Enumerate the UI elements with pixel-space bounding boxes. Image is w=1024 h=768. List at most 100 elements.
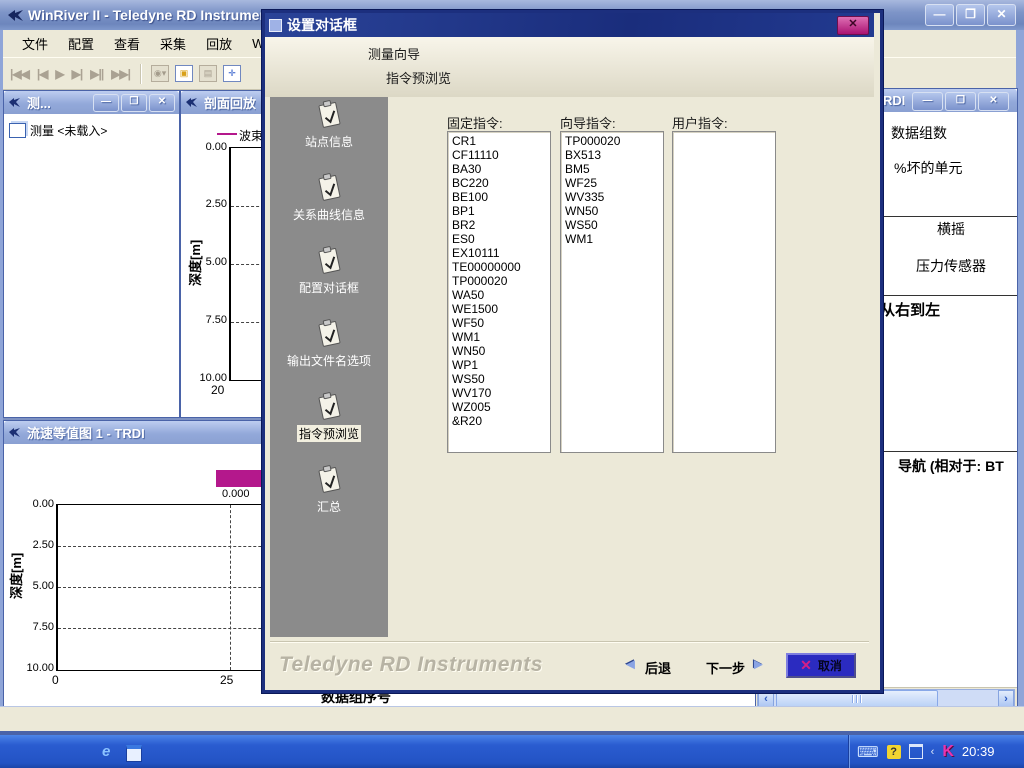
list-item[interactable]: BM5 <box>565 162 663 176</box>
list-item[interactable]: WN50 <box>452 344 550 358</box>
maximize-button[interactable]: ❒ <box>956 4 985 26</box>
step-back-icon[interactable]: |◀ <box>37 67 48 81</box>
minimize-button[interactable]: — <box>912 92 943 111</box>
measurement-window: 测... — ❒ ✕ 测量 <未载入> <box>3 90 180 418</box>
measurement-file-icon <box>9 123 26 138</box>
internet-explorer-icon[interactable]: e <box>102 743 110 760</box>
list-item[interactable]: WZ005 <box>452 400 550 414</box>
minimize-button[interactable]: — <box>925 4 954 26</box>
menu-file[interactable]: 文件 <box>12 30 58 57</box>
step-command-preview[interactable]: 指令预浏览 <box>297 391 361 464</box>
keyboard-icon[interactable]: ⌨ <box>857 743 879 761</box>
goto-first-icon[interactable]: |◀◀ <box>10 67 29 81</box>
antivirus-tray-icon[interactable]: K <box>942 743 954 761</box>
quick-launch-icon[interactable] <box>126 745 142 762</box>
menu-configure[interactable]: 配置 <box>58 30 104 57</box>
list-item[interactable]: BE100 <box>452 190 550 204</box>
list-item[interactable]: &R20 <box>452 414 550 428</box>
list-item[interactable]: WS50 <box>565 218 663 232</box>
record-dropdown-icon[interactable]: ◉▾ <box>151 65 169 82</box>
minimize-button[interactable]: — <box>93 94 119 112</box>
list-item[interactable]: TE00000000 <box>452 260 550 274</box>
wizard-title: 测量向导 <box>368 44 420 63</box>
menu-playback[interactable]: 回放 <box>196 30 242 57</box>
user-commands-list[interactable] <box>672 131 776 453</box>
list-item[interactable]: CR1 <box>452 134 550 148</box>
maximize-button[interactable]: ❒ <box>945 92 976 111</box>
wizard-step-name: 指令预浏览 <box>386 68 451 87</box>
list-item[interactable]: WE1500 <box>452 302 550 316</box>
back-arrow-icon[interactable]: ◄ <box>623 656 638 673</box>
clipboard-icon <box>313 464 345 496</box>
step-site-info[interactable]: 站点信息 <box>305 99 353 172</box>
step-summary[interactable]: 汇总 <box>313 464 345 537</box>
next-button[interactable]: 下一步 <box>706 658 745 677</box>
list-item[interactable]: WP1 <box>452 358 550 372</box>
list-item[interactable]: CF11110 <box>452 148 550 162</box>
dialog-header: 测量向导 指令预浏览 <box>265 37 874 97</box>
clipboard-icon <box>313 318 345 350</box>
list-item[interactable]: WS50 <box>452 372 550 386</box>
next-arrow-icon[interactable]: ► <box>751 656 766 673</box>
display-tray-icon[interactable] <box>909 744 923 759</box>
toolbar-separator <box>140 64 142 84</box>
play-icon[interactable]: ▶ <box>55 67 63 81</box>
list-item[interactable]: BR2 <box>452 218 550 232</box>
dialog-close-icon[interactable]: ✕ <box>837 16 869 35</box>
step-output-filename[interactable]: 输出文件名选项 <box>287 318 371 391</box>
clipboard-icon <box>313 391 345 423</box>
list-item[interactable]: TP000020 <box>452 274 550 288</box>
list-item[interactable]: WF50 <box>452 316 550 330</box>
list-item[interactable]: ES0 <box>452 232 550 246</box>
list-item[interactable]: WV335 <box>565 190 663 204</box>
measurement-titlebar[interactable]: 测... — ❒ ✕ <box>4 91 179 114</box>
list-item[interactable]: WF25 <box>565 176 663 190</box>
menu-acquire[interactable]: 采集 <box>150 30 196 57</box>
app-logo-icon <box>7 9 25 22</box>
list-item[interactable]: WM1 <box>452 330 550 344</box>
pan-icon[interactable]: ✛ <box>223 65 241 82</box>
list-item[interactable]: BA30 <box>452 162 550 176</box>
dialog-titlebar[interactable]: 设置对话框 ✕ <box>265 13 874 37</box>
step-rating-info[interactable]: 关系曲线信息 <box>293 172 365 245</box>
xtick: 20 <box>211 383 224 397</box>
measurement-item[interactable]: 测量 <未载入> <box>30 122 107 139</box>
wizard-commands-list[interactable]: TP000020 BX513 BM5 WF25 WV335 WN50 WS50 … <box>560 131 664 453</box>
measurement-title: 测... <box>27 93 51 112</box>
contour-title: 流速等值图 1 - TRDI <box>27 423 145 442</box>
list-item[interactable]: BP1 <box>452 204 550 218</box>
wizard-sidebar: 站点信息 关系曲线信息 配置对话框 输出文件名选项 指令预浏览 汇总 <box>270 97 388 637</box>
goto-last-icon[interactable]: ▶▶| <box>111 67 130 81</box>
legend-line <box>217 133 237 135</box>
help-tray-icon[interactable]: ? <box>887 745 901 759</box>
list-item[interactable]: EX10111 <box>452 246 550 260</box>
step-forward-icon[interactable]: ▶| <box>72 67 83 81</box>
play-pause-icon[interactable]: ▶|| <box>90 67 103 81</box>
dialog-icon <box>269 19 282 32</box>
cancel-button[interactable]: ✕ 取消 <box>786 653 856 678</box>
colorbar-value: 0.000 <box>222 488 250 500</box>
app-logo-icon <box>185 97 199 108</box>
properties-icon[interactable]: ▣ <box>175 65 193 82</box>
maximize-button[interactable]: ❒ <box>121 94 147 112</box>
back-button[interactable]: 后退 <box>645 658 671 677</box>
close-button[interactable]: ✕ <box>987 4 1016 26</box>
close-button[interactable]: ✕ <box>978 92 1009 111</box>
notes-icon[interactable]: ▤ <box>199 65 217 82</box>
list-item[interactable]: BX513 <box>565 148 663 162</box>
list-item[interactable]: BC220 <box>452 176 550 190</box>
fixed-commands-list[interactable]: CR1 CF11110 BA30 BC220 BE100 BP1 BR2 ES0… <box>447 131 551 453</box>
list-item[interactable]: WA50 <box>452 288 550 302</box>
list-item[interactable]: WM1 <box>565 232 663 246</box>
ytick: 7.50 <box>193 314 227 326</box>
list-item[interactable]: WV170 <box>452 386 550 400</box>
chevron-left-icon[interactable]: ‹ <box>931 746 935 758</box>
menu-view[interactable]: 查看 <box>104 30 150 57</box>
ytick: 0.00 <box>16 498 54 510</box>
ytick: 10.00 <box>10 662 54 674</box>
list-item[interactable]: WN50 <box>565 204 663 218</box>
step-config-dialog[interactable]: 配置对话框 <box>299 245 359 318</box>
close-button[interactable]: ✕ <box>149 94 175 112</box>
list-item[interactable]: TP000020 <box>565 134 663 148</box>
app-logo-icon <box>8 427 22 438</box>
